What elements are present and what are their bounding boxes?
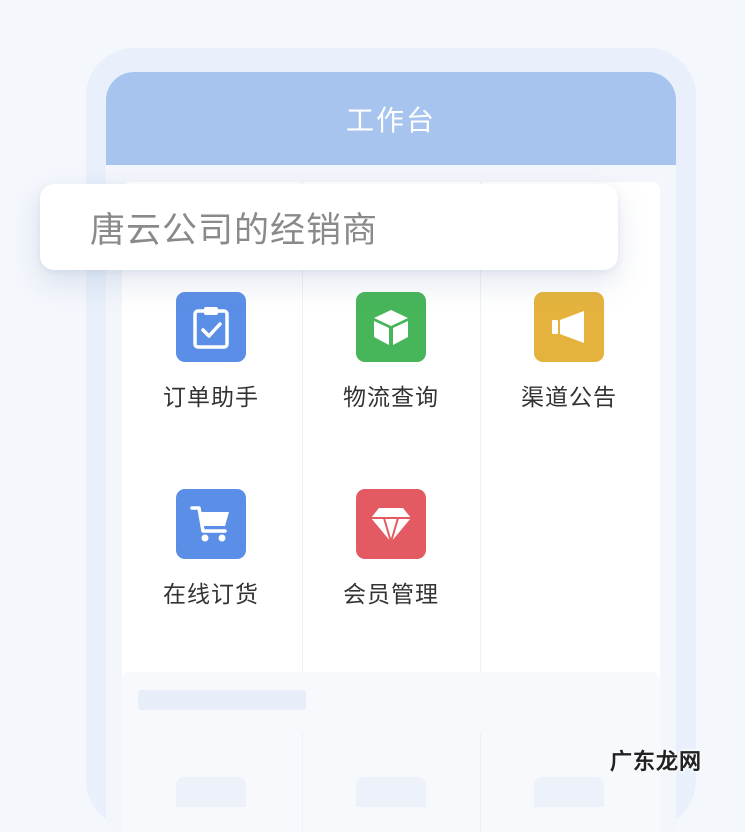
clipboard-check-icon xyxy=(176,292,246,362)
shopping-cart-icon xyxy=(176,489,246,559)
grid-item-order-assistant[interactable]: 订单助手 xyxy=(122,292,300,452)
placeholder-bar xyxy=(138,690,306,710)
placeholder-icon xyxy=(534,777,604,807)
package-box-icon xyxy=(356,292,426,362)
megaphone-icon xyxy=(534,292,604,362)
grid-item-logistics[interactable]: 物流查询 xyxy=(302,292,480,452)
grid-divider xyxy=(302,732,303,832)
grid-item-online-order[interactable]: 在线订货 xyxy=(122,489,300,649)
header-bar: 工作台 xyxy=(106,72,676,165)
diamond-icon xyxy=(356,489,426,559)
grid-item-channel-notice[interactable]: 渠道公告 xyxy=(480,292,658,452)
grid-item-label: 渠道公告 xyxy=(521,385,617,411)
placeholder-icon xyxy=(356,777,426,807)
secondary-card xyxy=(122,672,660,832)
grid-divider xyxy=(480,732,481,832)
placeholder-icon xyxy=(176,777,246,807)
grid-item-label: 订单助手 xyxy=(163,385,259,411)
grid-item-label: 在线订货 xyxy=(163,582,259,608)
grid-item-label: 会员管理 xyxy=(343,582,439,608)
page-title: 工作台 xyxy=(345,103,436,137)
search-suggestion-card[interactable]: 唐云公司的经销商 xyxy=(40,184,618,270)
grid-item-label: 物流查询 xyxy=(343,385,439,411)
grid-item-member-management[interactable]: 会员管理 xyxy=(302,489,480,649)
search-text: 唐云公司的经销商 xyxy=(90,210,379,251)
watermark: 广东龙网 xyxy=(610,750,703,775)
